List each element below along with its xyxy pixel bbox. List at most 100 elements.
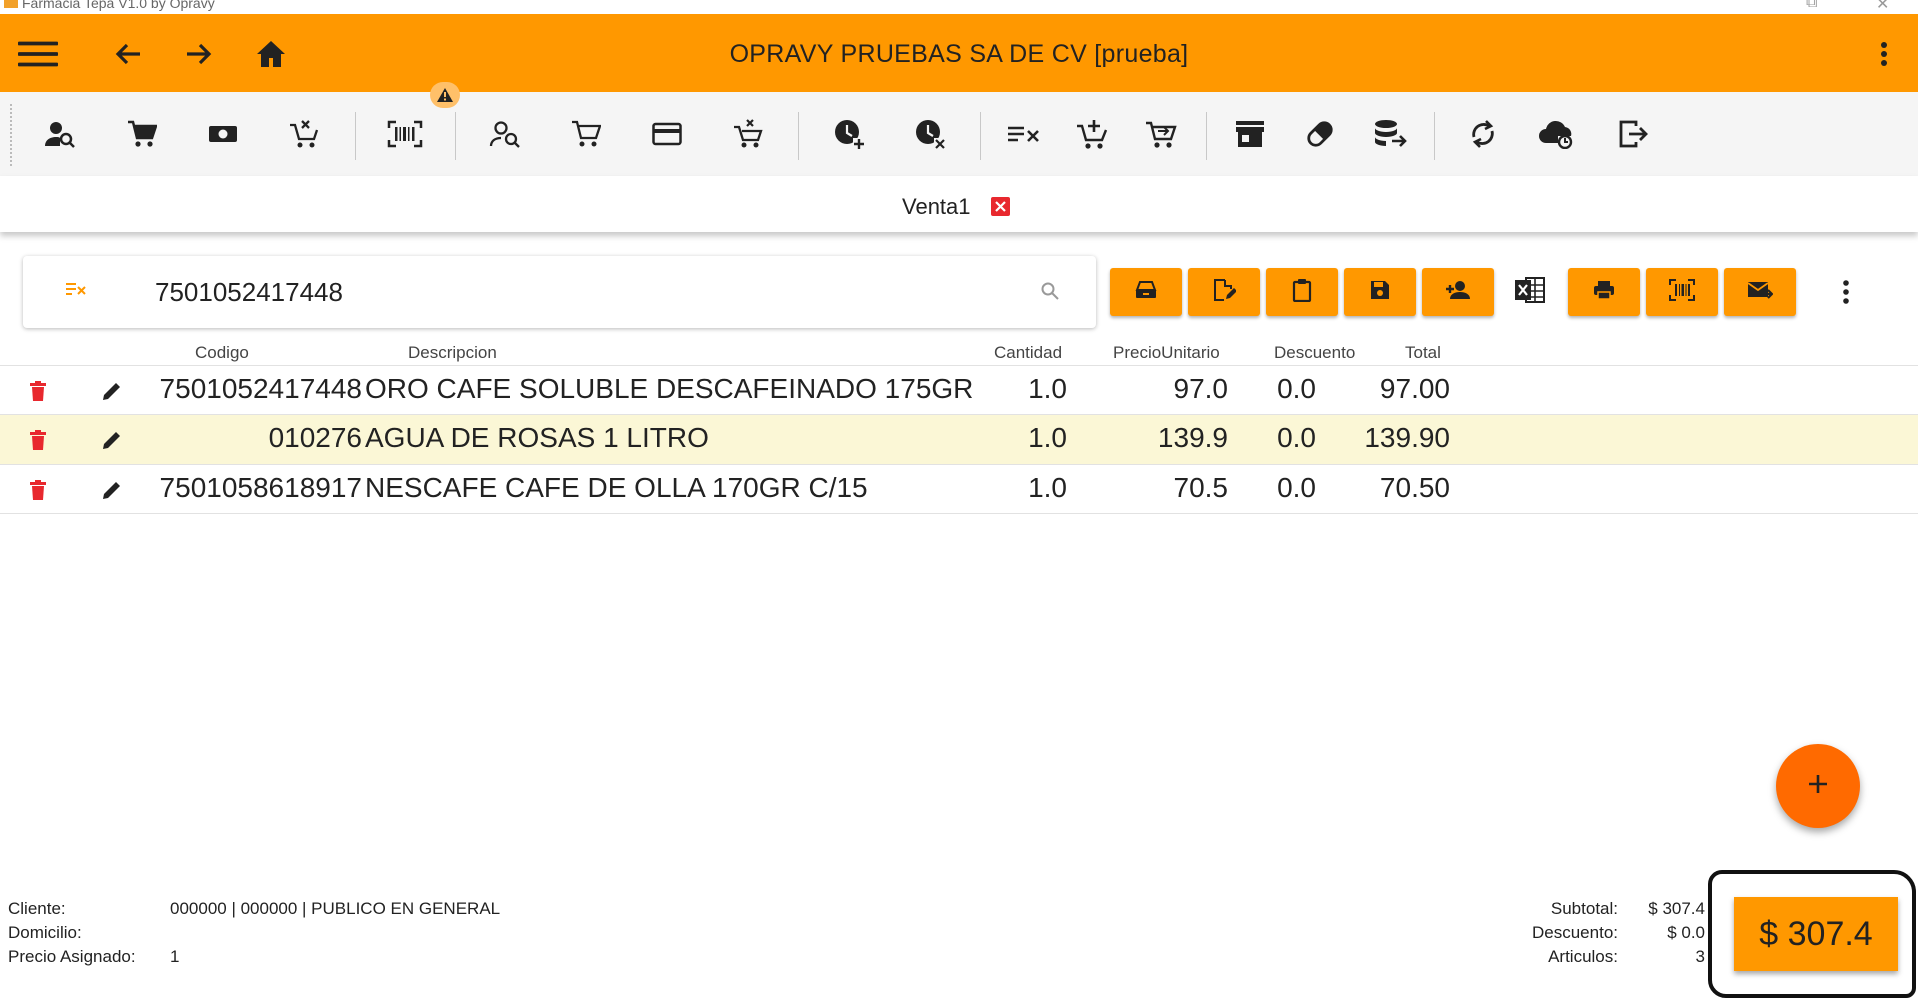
toolbar-divider xyxy=(1434,112,1435,160)
cart-outline-icon[interactable] xyxy=(566,114,606,154)
restore-window-icon[interactable]: ⧉ xyxy=(1806,0,1817,12)
delete-icon[interactable] xyxy=(25,477,51,503)
more-options-icon[interactable] xyxy=(1826,270,1866,314)
edit-icon[interactable] xyxy=(99,427,125,453)
database-export-icon[interactable] xyxy=(1370,114,1410,154)
more-vert-icon[interactable] xyxy=(1864,37,1904,71)
print-icon xyxy=(1593,280,1615,305)
tab-venta1[interactable]: Venta1 xyxy=(902,194,971,220)
cliente-label: Cliente: xyxy=(8,899,66,918)
cell-codigo: 7501052417448 xyxy=(159,373,362,404)
articulos-value: 3 xyxy=(1695,947,1705,966)
credit-card-icon[interactable] xyxy=(647,114,687,154)
cell-cantidad: 1.0 xyxy=(1028,373,1067,404)
cell-cantidad: 1.0 xyxy=(1028,422,1067,453)
cell-total: 70.50 xyxy=(1379,472,1450,503)
sync-icon[interactable] xyxy=(1463,114,1503,154)
toolbar-divider xyxy=(798,112,799,160)
clock-remove-icon[interactable] xyxy=(910,114,950,154)
cash-icon[interactable] xyxy=(203,114,243,154)
col-header-descuento[interactable]: Descuento xyxy=(1274,343,1355,363)
subtotal-value: $ 307.4 xyxy=(1648,899,1705,918)
excel-export-button[interactable] xyxy=(1510,270,1550,314)
col-header-codigo[interactable]: Codigo xyxy=(195,343,249,363)
toolbar-divider xyxy=(980,112,981,160)
table-row[interactable]: 7501058618917 NESCAFE CAFE DE OLLA 170GR… xyxy=(0,465,1918,514)
edit-document-button[interactable] xyxy=(1188,268,1260,316)
col-header-cantidad[interactable]: Cantidad xyxy=(994,343,1062,363)
barcode-icon[interactable] xyxy=(385,114,425,154)
save-icon xyxy=(1370,280,1390,305)
arrow-right-icon[interactable] xyxy=(179,37,219,71)
toolbar-divider xyxy=(1206,112,1207,160)
menu-icon[interactable] xyxy=(18,37,58,71)
col-header-precio-unitario[interactable]: PrecioUnitario xyxy=(1113,343,1220,363)
toolbar-divider xyxy=(455,112,456,160)
edit-icon[interactable] xyxy=(99,477,125,503)
store-icon[interactable] xyxy=(1230,114,1270,154)
cart-icon[interactable] xyxy=(122,114,162,154)
barcode-scan-button[interactable] xyxy=(1646,268,1718,316)
cell-descuento: 0.0 xyxy=(1277,472,1316,503)
user-search-icon[interactable] xyxy=(40,114,80,154)
sale-tabs: Venta1 xyxy=(0,176,1918,232)
row-divider xyxy=(0,513,1918,514)
precio-asignado-value: 1 xyxy=(170,947,180,966)
cell-total: 97.00 xyxy=(1379,373,1450,404)
clock-plus-icon[interactable] xyxy=(829,114,869,154)
cash-register-icon xyxy=(1135,280,1157,304)
playlist-remove-icon[interactable] xyxy=(1004,114,1044,154)
main-toolbar xyxy=(0,92,1918,176)
cart-arrow-icon[interactable] xyxy=(1141,114,1181,154)
search-icon[interactable] xyxy=(1041,282,1059,305)
toolbar-grip[interactable] xyxy=(10,104,12,166)
cell-descripcion: AGUA DE ROSAS 1 LITRO xyxy=(365,422,709,453)
close-window-icon[interactable]: ✕ xyxy=(1876,0,1889,14)
excel-icon xyxy=(1514,275,1546,310)
pill-icon[interactable] xyxy=(1300,114,1340,154)
window-title: Farmacia Tepa V1.0 by Opravy xyxy=(22,0,215,11)
edit-icon[interactable] xyxy=(99,378,125,404)
print-button[interactable] xyxy=(1568,268,1640,316)
arrow-left-icon[interactable] xyxy=(108,37,148,71)
add-user-button[interactable] xyxy=(1422,268,1494,316)
table-row[interactable]: 7501052417448 ORO CAFE SOLUBLE DESCAFEIN… xyxy=(0,366,1918,415)
cart-remove-icon[interactable] xyxy=(284,114,324,154)
save-button[interactable] xyxy=(1344,268,1416,316)
close-tab-icon[interactable] xyxy=(991,197,1010,216)
app-bar: OPRAVY PRUEBAS SA DE CV [prueba] xyxy=(0,14,1918,92)
file-edit-icon xyxy=(1212,278,1237,306)
product-search-input[interactable] xyxy=(155,270,1015,314)
filter-clear-icon[interactable] xyxy=(65,280,87,301)
app-window: Farmacia Tepa V1.0 by Opravy ⧉ ✕ OPRAVY … xyxy=(0,0,1918,1004)
subtotal-label: Subtotal: xyxy=(1550,899,1618,918)
delete-icon[interactable] xyxy=(25,427,51,453)
cell-descuento: 0.0 xyxy=(1277,422,1316,453)
app-logo-icon xyxy=(4,0,18,8)
email-send-button[interactable] xyxy=(1724,268,1796,316)
precio-asignado-label: Precio Asignado: xyxy=(8,947,136,966)
logout-icon[interactable] xyxy=(1613,114,1653,154)
cell-descripcion: ORO CAFE SOLUBLE DESCAFEINADO 175GR xyxy=(365,373,974,404)
articulos-label: Articulos: xyxy=(1548,947,1618,966)
cash-register-button[interactable] xyxy=(1110,268,1182,316)
cell-codigo: 010276 xyxy=(268,422,362,453)
cart-plus-icon[interactable] xyxy=(1072,114,1112,154)
cart-remove-outline-icon[interactable] xyxy=(728,114,768,154)
user-search-alt-icon[interactable] xyxy=(485,114,525,154)
email-send-icon xyxy=(1747,280,1774,305)
warning-badge[interactable] xyxy=(430,82,460,108)
toolbar-divider xyxy=(355,112,356,160)
descuento-label: Descuento: xyxy=(1532,923,1618,942)
col-header-total[interactable]: Total xyxy=(1405,343,1441,363)
clipboard-button[interactable] xyxy=(1266,268,1338,316)
plus-icon xyxy=(1806,772,1830,801)
table-row-selected[interactable]: 010276 AGUA DE ROSAS 1 LITRO 1.0 139.9 0… xyxy=(0,415,1918,464)
delete-icon[interactable] xyxy=(25,378,51,404)
cloud-sync-icon[interactable] xyxy=(1537,114,1577,154)
col-header-descripcion[interactable]: Descripcion xyxy=(408,343,497,363)
cell-precio: 139.9 xyxy=(1157,422,1228,453)
add-item-fab[interactable] xyxy=(1776,744,1860,828)
home-icon[interactable] xyxy=(251,37,291,71)
hand-drawn-highlight xyxy=(1708,870,1916,998)
